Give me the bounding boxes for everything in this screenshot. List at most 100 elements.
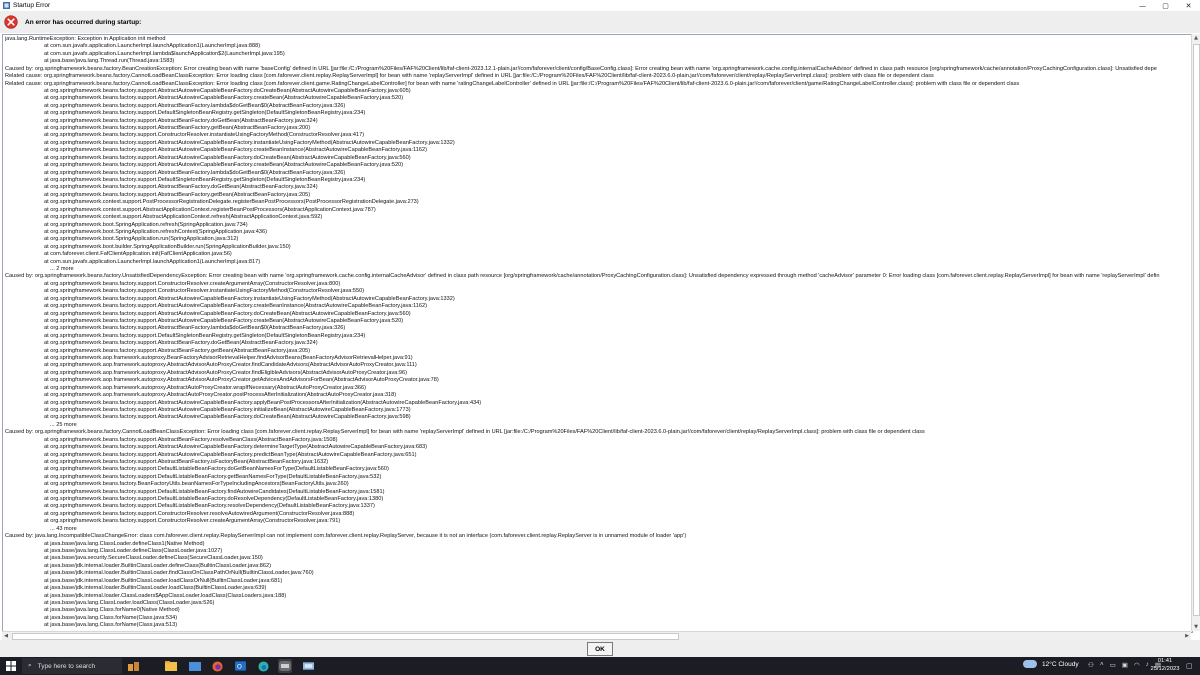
stack-frame-line: at org.springframework.beans.factory.sup… xyxy=(44,407,411,413)
clock[interactable]: 01:41 25/12/2023 xyxy=(1148,658,1182,673)
error-message: An error has occurred during startup: xyxy=(25,18,142,26)
stack-frame-line: at org.springframework.beans.factory.sup… xyxy=(44,436,338,443)
stack-frame-line: at java.base/java.lang.Class.forName(Cla… xyxy=(44,614,178,621)
faf-client-icon[interactable] xyxy=(278,659,292,673)
stack-frame-line: at org.springframework.aop.framework.aut… xyxy=(44,355,413,362)
stack-frame-line: at org.springframework.beans.factory.sup… xyxy=(44,444,428,451)
notification-icon[interactable]: ▢ xyxy=(1186,662,1193,670)
stack-frame-line: at org.springframework.beans.factory.sup… xyxy=(44,347,311,354)
exception-line: java.lang.RuntimeException: Exception in… xyxy=(5,36,166,42)
app-icon xyxy=(3,2,10,9)
stack-frame-line: at org.springframework.beans.factory.sup… xyxy=(44,414,411,421)
window-title: Startup Error xyxy=(13,2,51,9)
stack-frame-line: at org.springframework.beans.factory.sup… xyxy=(44,110,366,117)
scroll-left-icon[interactable]: ◀ xyxy=(2,632,10,640)
stack-frame-line: at java.base/java.lang.ClassLoader.defin… xyxy=(44,547,223,554)
stack-frame-line: at org.springframework.beans.factory.sup… xyxy=(44,87,411,94)
button-bar: OK xyxy=(0,640,1200,657)
stack-frame-line: at org.springframework.beans.factory.sup… xyxy=(44,147,427,154)
stack-frame-line: at org.springframework.context.support.P… xyxy=(44,199,419,206)
widgets-icon[interactable] xyxy=(127,659,141,673)
stack-frame-line: at org.springframework.beans.factory.sup… xyxy=(44,191,311,198)
search-placeholder: Type here to search xyxy=(37,662,96,670)
stack-frame-line: at java.base/java.security.SecureClassLo… xyxy=(44,555,263,562)
stack-frame-line: at java.base/jdk.internal.loader.Builtin… xyxy=(44,570,314,577)
chevron-up-icon[interactable]: ˄ xyxy=(1100,661,1104,669)
stack-frame-line: at java.base/jdk.internal.loader.Builtin… xyxy=(44,562,271,569)
stack-frame-line: at org.springframework.beans.factory.sup… xyxy=(44,317,404,324)
vertical-scrollbar[interactable]: ▲ ▼ xyxy=(1191,34,1200,631)
stack-frame-line: at java.base/jdk.internal.loader.Builtin… xyxy=(44,577,283,584)
exception-line: Caused by: org.springframework.beans.fac… xyxy=(5,429,925,436)
stack-frame-line: at org.springframework.beans.factory.sup… xyxy=(44,288,365,295)
stack-frame-line: at org.springframework.beans.factory.sup… xyxy=(44,303,427,310)
stack-frame-line: at org.springframework.beans.factory.Bea… xyxy=(44,481,349,488)
horizontal-scrollbar[interactable]: ◀ ▶ xyxy=(2,631,1191,640)
stack-frame-line: at org.springframework.beans.factory.sup… xyxy=(44,139,455,146)
frames-omitted-line: ... 43 more xyxy=(50,525,77,532)
file-explorer-icon[interactable] xyxy=(164,659,178,673)
clock-time: 01:41 xyxy=(1157,658,1173,664)
stack-frame-line: at org.springframework.beans.factory.sup… xyxy=(44,496,384,503)
scroll-right-icon[interactable]: ▶ xyxy=(1183,632,1191,640)
taskbar: ⌕ Type here to search O 12°C Cloudy ⚇ ˄ … xyxy=(0,657,1200,675)
stack-frame-line: at org.springframework.aop.framework.aut… xyxy=(44,384,366,391)
stack-frame-line: at org.springframework.beans.factory.sup… xyxy=(44,503,375,510)
stack-frame-line: at org.springframework.beans.factory.sup… xyxy=(44,340,318,347)
close-icon[interactable]: ✕ xyxy=(1177,0,1200,11)
stack-frame-line: at org.springframework.beans.factory.sup… xyxy=(44,488,385,495)
stack-trace-area[interactable]: java.lang.RuntimeException: Exception in… xyxy=(2,34,1193,633)
stack-frame-line: at org.springframework.beans.factory.sup… xyxy=(44,332,366,339)
scroll-up-icon[interactable]: ▲ xyxy=(1192,34,1200,42)
stack-frame-line: at org.springframework.boot.SpringApplic… xyxy=(44,236,239,243)
stack-frame-line: at org.springframework.context.support.A… xyxy=(44,206,376,213)
stack-frame-line: at org.springframework.beans.factory.sup… xyxy=(44,154,411,161)
cloud-icon xyxy=(1023,660,1037,668)
edge-icon[interactable] xyxy=(256,659,270,673)
stack-frame-line: at java.base/java.lang.ClassLoader.defin… xyxy=(44,540,205,547)
java-icon[interactable] xyxy=(301,659,315,673)
stack-frame-line: at org.springframework.beans.factory.sup… xyxy=(44,280,341,287)
windows-start-icon[interactable] xyxy=(6,661,16,671)
stack-frame-line: at org.springframework.beans.factory.sup… xyxy=(44,451,417,458)
exception-line: Caused by: org.springframework.beans.fac… xyxy=(5,65,1157,72)
vertical-scroll-thumb[interactable] xyxy=(1193,44,1200,616)
stack-frame-line: at org.springframework.aop.framework.aut… xyxy=(44,377,439,384)
stack-frame-line: at java.base/java.lang.Class.forName0(Na… xyxy=(44,607,180,614)
display-icon[interactable]: ▣ xyxy=(1122,661,1128,669)
minimize-icon[interactable]: — xyxy=(1131,0,1154,11)
stack-frame-line: at org.springframework.beans.factory.sup… xyxy=(44,473,382,480)
stack-frame-line: at org.springframework.beans.factory.sup… xyxy=(44,125,311,132)
window-controls: — ▢ ✕ xyxy=(1131,0,1200,11)
window-title-bar[interactable]: Startup Error — ▢ ✕ xyxy=(0,0,1200,11)
stack-frame-line: at org.springframework.beans.factory.sup… xyxy=(44,102,346,109)
exception-line: Related cause: org.springframework.beans… xyxy=(5,73,934,80)
stack-frame-line: at org.springframework.beans.factory.sup… xyxy=(44,458,329,465)
files-icon[interactable] xyxy=(188,659,202,673)
stack-frame-line: at org.springframework.boot.SpringApplic… xyxy=(44,228,267,235)
horizontal-scroll-thumb[interactable] xyxy=(12,633,679,640)
network-icon[interactable]: ▭ xyxy=(1110,661,1116,669)
frames-omitted-line: ... 2 more xyxy=(50,266,74,273)
stack-frame-line: at org.springframework.context.support.A… xyxy=(44,214,323,221)
maximize-icon[interactable]: ▢ xyxy=(1154,0,1177,11)
stack-frame-line: at org.springframework.beans.factory.sup… xyxy=(44,510,355,517)
ok-button[interactable]: OK xyxy=(587,642,613,656)
taskbar-search[interactable]: ⌕ Type here to search xyxy=(22,658,122,674)
stack-frame-line: at org.springframework.beans.factory.sup… xyxy=(44,169,346,176)
user-icon[interactable]: ⚇ xyxy=(1088,661,1094,669)
scroll-down-icon[interactable]: ▼ xyxy=(1192,623,1200,631)
stack-frame-line: at java.base/java.lang.Thread.run(Thread… xyxy=(44,58,175,65)
weather-text: 12°C Cloudy xyxy=(1042,660,1079,668)
stack-frame-line: at org.springframework.beans.factory.sup… xyxy=(44,518,341,525)
stack-frame-line: at com.sun.javafx.application.LauncherIm… xyxy=(44,43,261,50)
weather-widget[interactable]: 12°C Cloudy xyxy=(1023,660,1079,668)
wifi-icon[interactable]: ◠ xyxy=(1134,661,1140,669)
stack-frame-line: at org.springframework.beans.factory.sup… xyxy=(44,176,366,183)
stack-frame-line: at com.faforever.client.FafClientApplica… xyxy=(44,251,232,258)
outlook-icon[interactable]: O xyxy=(233,659,247,673)
firefox-icon[interactable] xyxy=(210,659,224,673)
stack-frame-line: at org.springframework.beans.factory.sup… xyxy=(44,466,389,473)
exception-line: Related cause: org.springframework.beans… xyxy=(5,80,1020,87)
search-icon: ⌕ xyxy=(28,662,32,669)
